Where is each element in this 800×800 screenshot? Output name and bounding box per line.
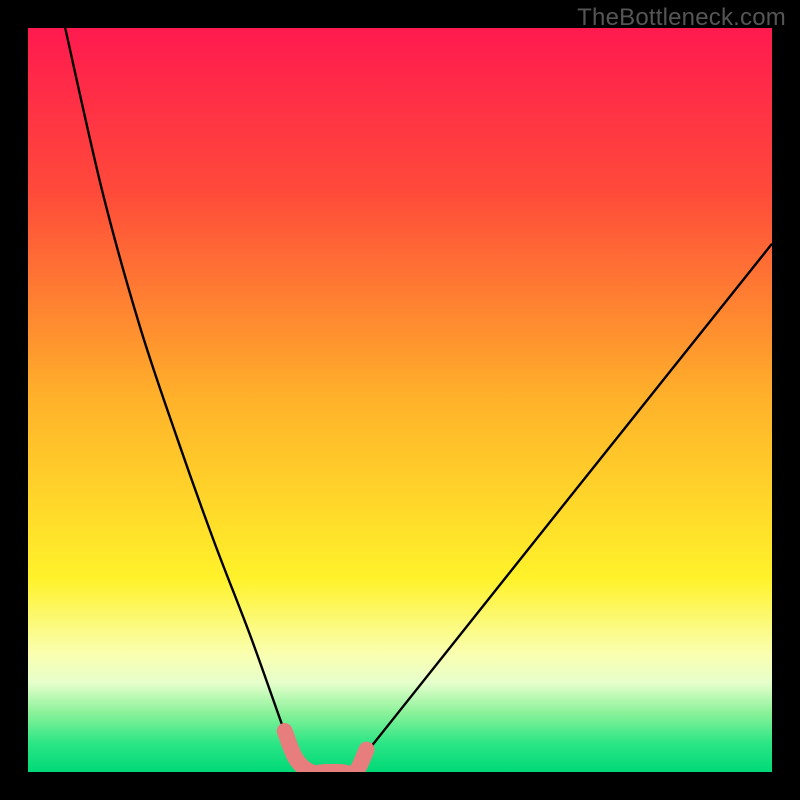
- chart-frame: TheBottleneck.com: [0, 0, 800, 800]
- gradient-background: [28, 28, 772, 772]
- plot-area: [28, 28, 772, 772]
- chart-svg: [28, 28, 772, 772]
- watermark-text: TheBottleneck.com: [577, 4, 786, 32]
